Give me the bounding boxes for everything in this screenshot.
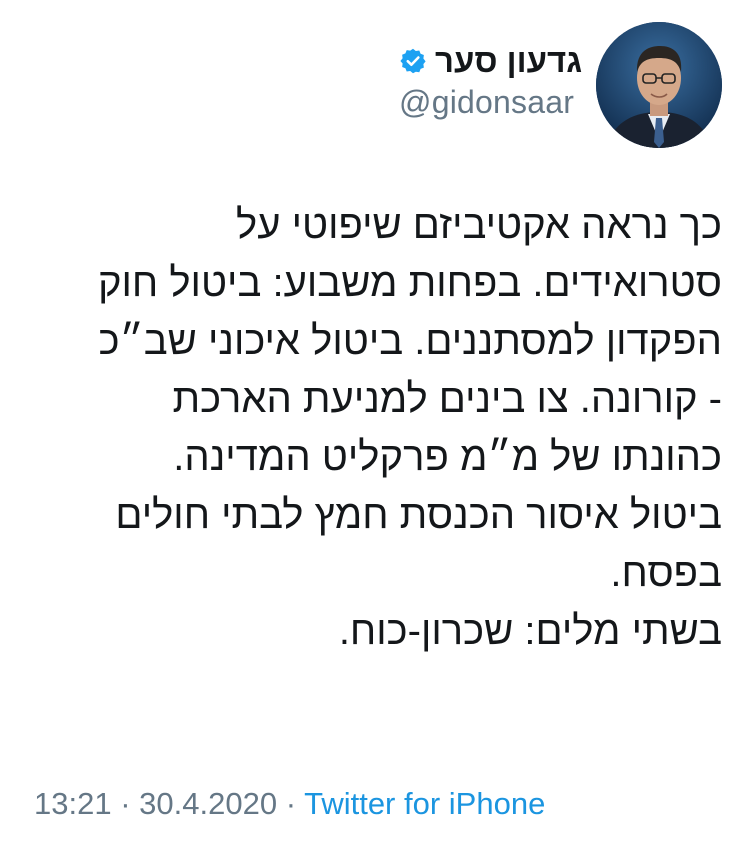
tweet-date[interactable]: 30.4.2020 [139,786,277,821]
verified-badge-icon [400,48,426,74]
tweet-line: כך נראה אקטיביזם שיפוטי על [236,203,722,247]
name-row: גדעון סער [399,42,582,80]
tweet-time[interactable]: 13:21 [34,786,112,821]
tweet-line: ביטול איסור הכנסת חמץ לבתי חולים [115,493,722,537]
handle[interactable]: @gidonsaar [399,84,582,121]
avatar-photo [596,22,722,148]
tweet-line: הפקדון למסתננים. ביטול איכוני שב״כ [98,319,722,363]
tweet-line: סטרואידים. בפחות משבוע: ביטול חוק [97,261,722,305]
tweet-line: כהונתו של מ״מ פרקליט המדינה. [173,435,722,479]
meta-separator: · [285,786,297,821]
avatar[interactable] [596,22,722,148]
tweet-text: כך נראה אקטיביזם שיפוטי על סטרואידים. בפ… [22,196,722,660]
tweet-line: בפסח. [610,551,722,595]
tweet-source-link[interactable]: Twitter for iPhone [304,786,545,821]
display-name[interactable]: גדעון סער [435,42,582,80]
meta-separator: · [120,786,131,821]
tweet-line: בשתי מלים: שכרון-כוח. [338,609,722,653]
tweet-meta: 13:21 · 30.4.2020 · Twitter for iPhone [34,786,545,822]
author-names: גדעון סער @gidonsaar [399,22,582,121]
tweet-line: - קורונה. צו בינים למניעת הארכת [172,377,722,421]
tweet-header: גדעון סער @gidonsaar [399,22,722,148]
